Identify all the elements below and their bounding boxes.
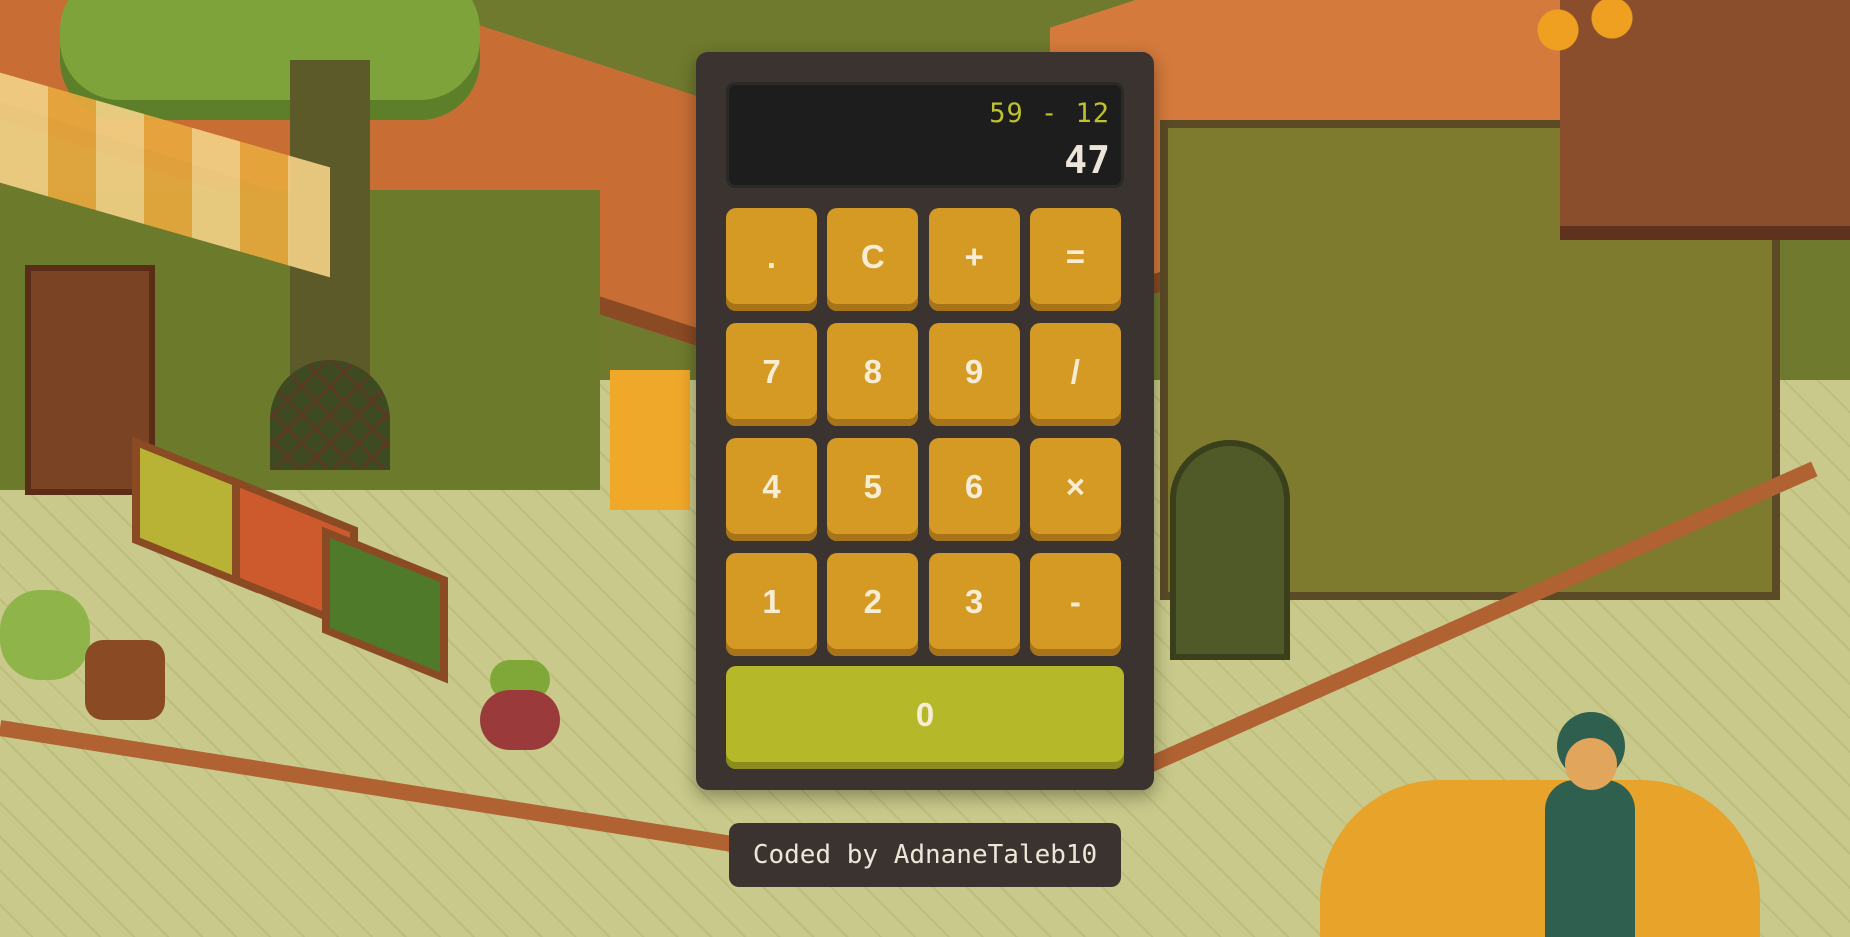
author-credit: Coded by AdnaneTaleb10 (729, 823, 1121, 887)
scarecrow-head (1565, 738, 1617, 790)
digit-0-key[interactable]: 0 (726, 666, 1124, 769)
digit-4-key[interactable]: 4 (726, 438, 817, 541)
clear-key[interactable]: C (827, 208, 919, 311)
digit-3-key[interactable]: 3 (928, 553, 1020, 656)
divide-key[interactable]: / (1029, 323, 1121, 426)
door-left (25, 265, 155, 495)
keypad: . C + = 7 8 9 / 4 5 6 × 1 2 3 - (726, 208, 1124, 656)
digit-2-key[interactable]: 2 (827, 553, 919, 656)
lattice-window (270, 360, 390, 470)
calculator: 59 - 12 47 . C + = 7 8 9 / 4 5 6 × 1 2 3… (696, 52, 1154, 790)
digit-9-key[interactable]: 9 (928, 323, 1020, 426)
equals-key[interactable]: = (1029, 208, 1121, 311)
calculator-display: 59 - 12 47 (726, 82, 1124, 188)
add-key[interactable]: + (928, 208, 1020, 311)
digit-1-key[interactable]: 1 (726, 553, 817, 656)
bush (0, 590, 90, 680)
tree-canopy (60, 0, 480, 100)
result-readout: 47 (1064, 138, 1110, 182)
digit-6-key[interactable]: 6 (928, 438, 1020, 541)
door-right (1170, 440, 1290, 660)
hanging-cloth (610, 370, 690, 510)
digit-7-key[interactable]: 7 (726, 323, 817, 426)
flower-pot (480, 690, 560, 750)
subtract-key[interactable]: - (1029, 553, 1121, 656)
decimal-key[interactable]: . (726, 208, 817, 311)
expression-readout: 59 - 12 (989, 98, 1110, 129)
oranges (1530, 0, 1640, 60)
scarecrow-body (1545, 780, 1635, 937)
barrel (85, 640, 165, 720)
multiply-key[interactable]: × (1029, 438, 1121, 541)
hay-field (1320, 780, 1760, 937)
digit-8-key[interactable]: 8 (827, 323, 919, 426)
digit-5-key[interactable]: 5 (827, 438, 919, 541)
